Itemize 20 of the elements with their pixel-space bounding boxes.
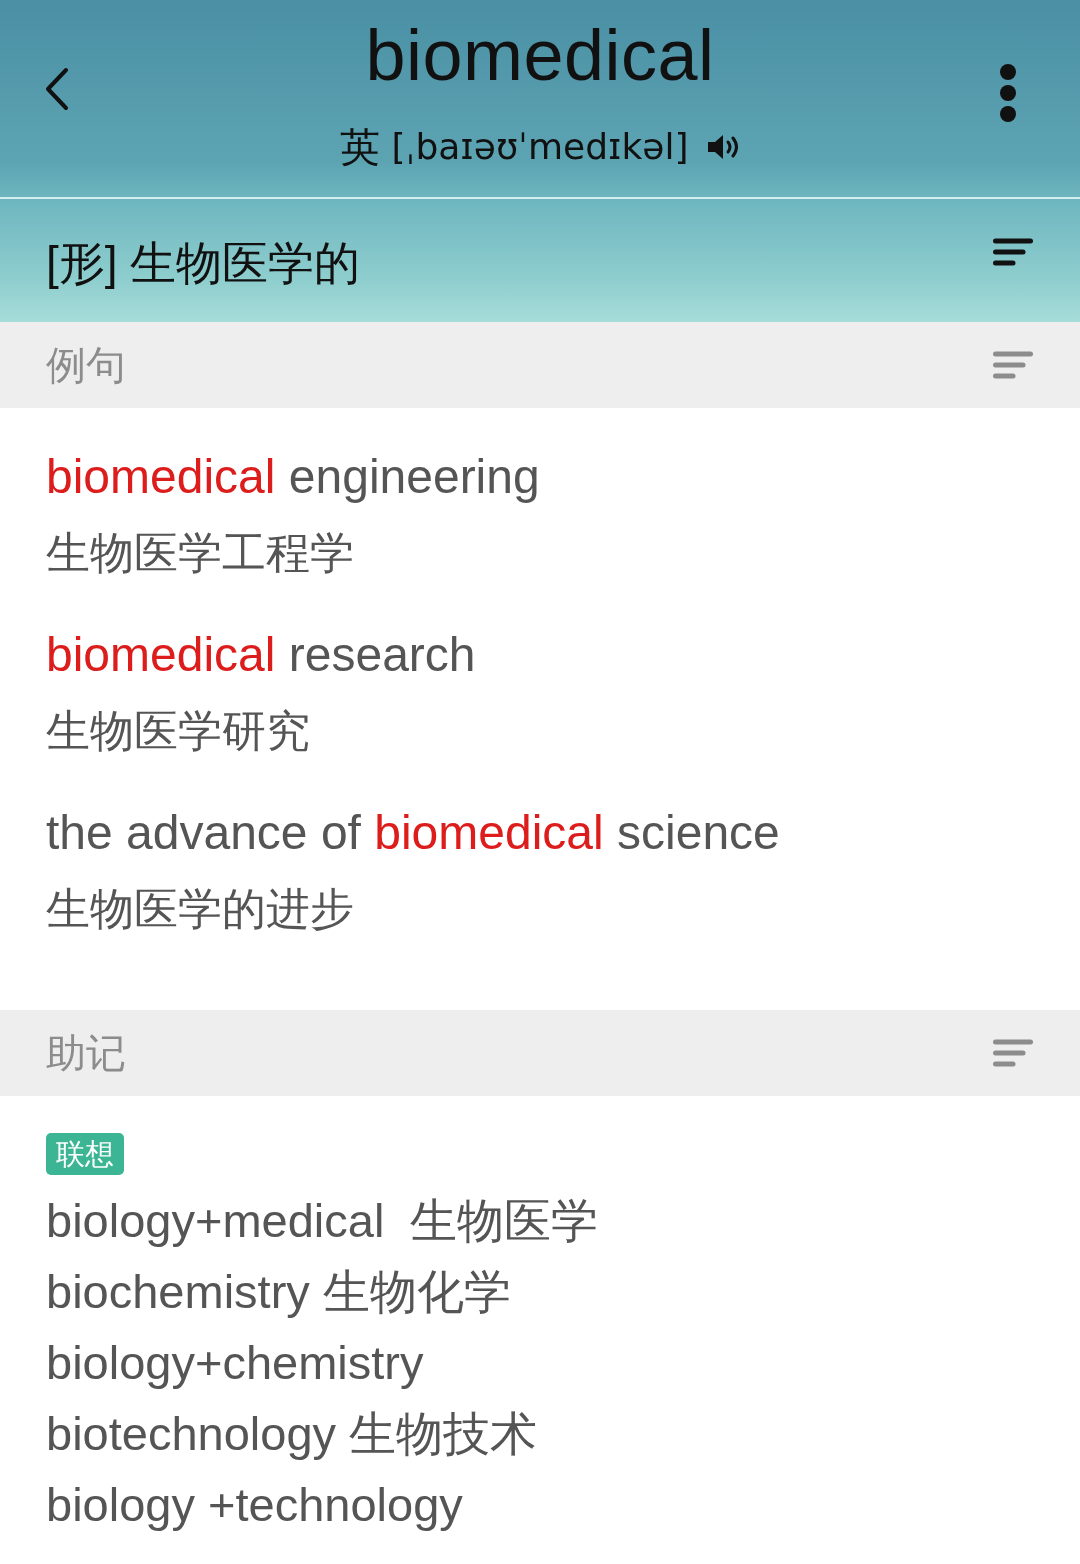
example-translation: 生物医学工程学 <box>46 527 355 579</box>
example-translation: 生物医学的进步 <box>46 883 355 935</box>
association-tag: 联想 <box>46 1133 124 1175</box>
example-translation: 生物医学研究 <box>46 705 311 757</box>
mnemonic-line: biotechnology 生物技术 <box>46 1406 539 1462</box>
example-sentence: the advance of biomedical science <box>46 805 781 861</box>
mnemonic-line: biology+chemistry <box>46 1335 425 1391</box>
mnemonic-line: biology +technology <box>46 1477 464 1533</box>
section-title: 例句 <box>46 342 126 389</box>
example-sentence: biomedical engineering <box>46 449 541 505</box>
sort-lines-icon[interactable] <box>993 237 1033 266</box>
mnemonic-line: biology+medical 生物医学 <box>46 1193 600 1249</box>
accent-label: 英 <box>339 124 380 171</box>
headword: biomedical <box>365 14 715 96</box>
mnemonic-line: biochemistry 生物化学 <box>46 1264 512 1320</box>
phonetic-text: [ˌbaɪəʊˈmedɪkəl] <box>391 125 689 169</box>
example-sentence: biomedical research <box>46 627 477 683</box>
definition-text: [形] 生物医学的 <box>46 235 361 291</box>
section-title: 助记 <box>46 1030 126 1077</box>
speaker-icon[interactable] <box>706 134 741 160</box>
